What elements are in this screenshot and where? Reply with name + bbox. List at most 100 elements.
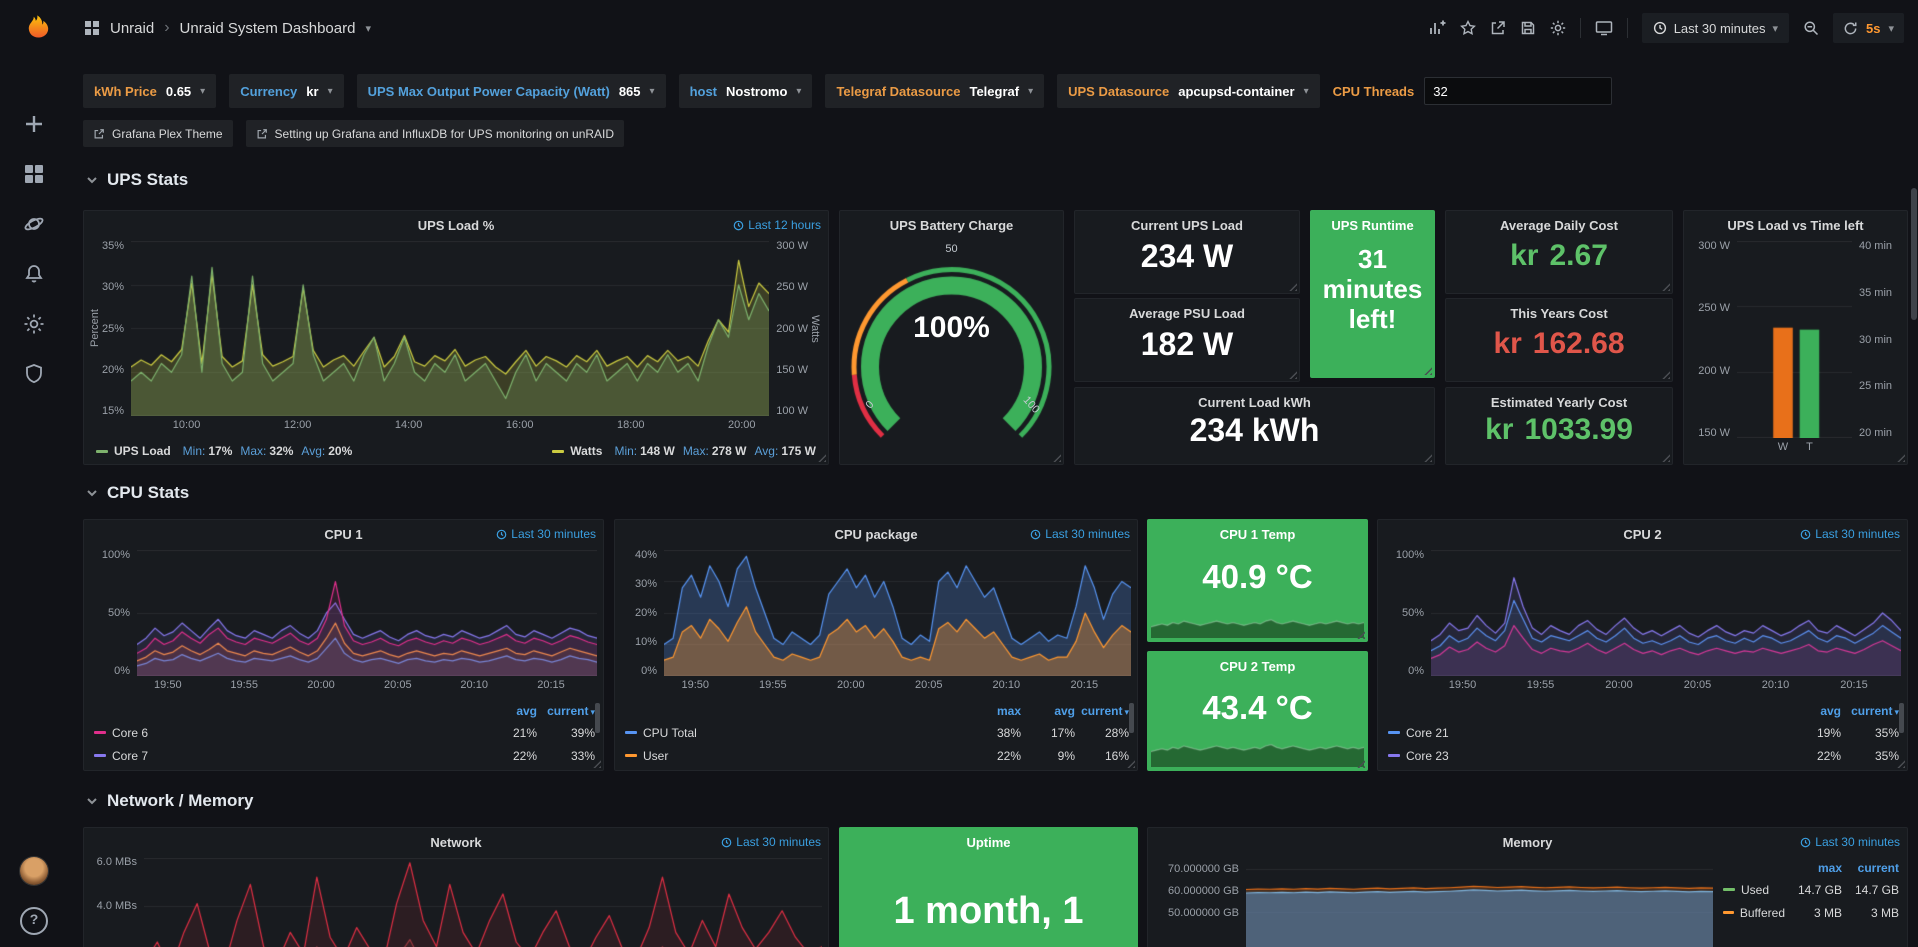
panel-title[interactable]: Average Daily Cost [1500,218,1618,233]
legend-series-ups-load[interactable]: UPS Load Min:17% Max:32% Avg:20% [96,444,352,458]
legend-row[interactable]: CPU Total 38% 17% 28% [625,721,1129,744]
panel-title[interactable]: CPU 1 Temp [1220,527,1296,542]
panel-title[interactable]: Average PSU Load [1129,306,1245,321]
legend-scrollbar[interactable] [1899,703,1904,733]
breadcrumb-folder[interactable]: Unraid [110,20,154,37]
network-chart[interactable] [144,858,822,947]
page-scrollbar[interactable] [1911,188,1917,320]
cpu2-chart[interactable] [1431,550,1901,676]
panel-time-override[interactable]: Last 30 minutes [496,527,596,541]
panel-resize-handle[interactable] [1422,365,1432,375]
panel-title[interactable]: Current Load kWh [1198,395,1311,410]
legend-scrollbar[interactable] [1129,703,1134,733]
cpu1-chart[interactable] [137,550,597,676]
configuration-gear-icon[interactable] [22,312,46,336]
variable-value[interactable]: Nostromo [726,84,787,99]
panel-title[interactable]: UPS Battery Charge [890,218,1014,233]
panel-title[interactable]: UPS Runtime [1331,218,1413,233]
legend-header-avg[interactable]: avg [479,704,537,718]
chevron-down-icon[interactable]: ▾ [1304,86,1309,97]
panel-title[interactable]: This Years Cost [1510,306,1607,321]
panel-title[interactable]: CPU 1 [324,527,362,542]
panel-title[interactable]: UPS Load % [418,218,495,233]
legend-row[interactable]: User 22% 9% 16% [625,744,1129,767]
panel-resize-handle[interactable] [1422,452,1432,462]
legend-header-current[interactable]: current▾ [1075,704,1129,718]
panel-title[interactable]: CPU 2 Temp [1220,659,1296,674]
ups-load-chart[interactable] [131,241,769,416]
panel-resize-handle[interactable] [1895,452,1905,462]
add-panel-icon[interactable] [1428,19,1446,37]
panel-title[interactable]: Estimated Yearly Cost [1491,395,1627,410]
alerting-bell-icon[interactable] [22,262,46,286]
panel-title[interactable]: UPS Load vs Time left [1727,218,1863,233]
chevron-down-icon[interactable]: ▾ [200,86,205,97]
variable-value[interactable]: kr [306,84,318,99]
panel-title[interactable]: Memory [1503,835,1553,850]
legend-row[interactable]: Core 7 22% 33% [94,744,595,767]
time-range-picker[interactable]: Last 30 minutes ▾ [1642,13,1789,43]
chevron-down-icon[interactable]: ▾ [1028,86,1033,97]
variable-value[interactable]: apcupsd-container [1178,84,1294,99]
user-avatar[interactable] [20,857,48,885]
panel-title[interactable]: Uptime [966,835,1010,850]
dashboard-dropdown-caret-icon[interactable]: ▾ [365,22,371,35]
dashboards-icon[interactable] [22,162,46,186]
panel-resize-handle[interactable] [1287,369,1297,379]
legend-header-current[interactable]: current▾ [537,704,595,718]
legend-row[interactable]: Buffered 3 MB 3 MB [1723,901,1899,924]
panel-resize-handle[interactable] [1660,369,1670,379]
legend-header-avg[interactable]: avg [1021,704,1075,718]
panel-time-override[interactable]: Last 30 minutes [721,835,821,849]
star-icon[interactable] [1460,20,1476,36]
chevron-down-icon[interactable]: ▾ [796,86,801,97]
panel-title[interactable]: CPU 2 [1623,527,1661,542]
legend-header-current[interactable]: current [1842,861,1899,875]
legend-header-max[interactable]: max [967,704,1021,718]
panel-resize-handle[interactable] [816,452,826,462]
legend-row[interactable]: Used 14.7 GB 14.7 GB [1723,878,1899,901]
ups-load-vs-time-chart[interactable] [1737,241,1852,438]
settings-gear-icon[interactable] [1550,20,1566,36]
create-plus-icon[interactable] [22,112,46,136]
dashboard-link-grafana-plex-theme[interactable]: Grafana Plex Theme [83,120,233,147]
breadcrumb-dashboard-title[interactable]: Unraid System Dashboard [180,20,356,37]
panel-time-override[interactable]: Last 12 hours [733,218,821,232]
grafana-logo[interactable] [14,8,56,50]
panel-time-override[interactable]: Last 30 minutes [1800,527,1900,541]
dashboard-apps-grid-icon[interactable] [84,20,100,36]
panel-title[interactable]: Current UPS Load [1131,218,1243,233]
legend-scrollbar[interactable] [595,703,600,733]
share-icon[interactable] [1490,20,1506,36]
section-ups-stats[interactable]: UPS Stats [86,170,188,190]
legend-header-max[interactable]: max [1785,861,1842,875]
panel-resize-handle[interactable] [1660,281,1670,291]
panel-resize-handle[interactable] [1660,452,1670,462]
dashboard-link-ups-monitoring-guide[interactable]: Setting up Grafana and InfluxDB for UPS … [246,120,625,147]
explore-icon[interactable] [22,212,46,236]
zoom-out-icon[interactable] [1803,20,1819,36]
legend-header-avg[interactable]: avg [1783,704,1841,718]
memory-chart[interactable] [1246,858,1713,947]
cpu2-temp-sparkline[interactable] [1151,739,1364,767]
cpu-package-chart[interactable] [664,550,1131,676]
panel-resize-handle[interactable] [1287,281,1297,291]
cycle-view-monitor-icon[interactable] [1595,19,1613,37]
legend-row[interactable]: Core 21 19% 35% [1388,721,1899,744]
variable-value[interactable]: 0.65 [166,84,191,99]
cpu-threads-input[interactable] [1424,77,1612,105]
legend-row[interactable]: Core 6 21% 39% [94,721,595,744]
variable-value[interactable]: 865 [619,84,641,99]
legend-series-watts[interactable]: Watts Min:148 W Max:278 W Avg:175 W [552,444,816,458]
server-admin-shield-icon[interactable] [22,362,46,386]
panel-title[interactable]: CPU package [834,527,917,542]
help-icon[interactable]: ? [20,907,48,935]
panel-time-override[interactable]: Last 30 minutes [1800,835,1900,849]
panel-title[interactable]: Network [430,835,481,850]
chevron-down-icon[interactable]: ▾ [328,86,333,97]
variable-value[interactable]: Telegraf [969,84,1019,99]
section-network-memory[interactable]: Network / Memory [86,791,253,811]
gauge-canvas[interactable] [848,247,1055,454]
refresh-picker[interactable]: 5s ▾ [1833,13,1904,43]
chevron-down-icon[interactable]: ▾ [650,86,655,97]
